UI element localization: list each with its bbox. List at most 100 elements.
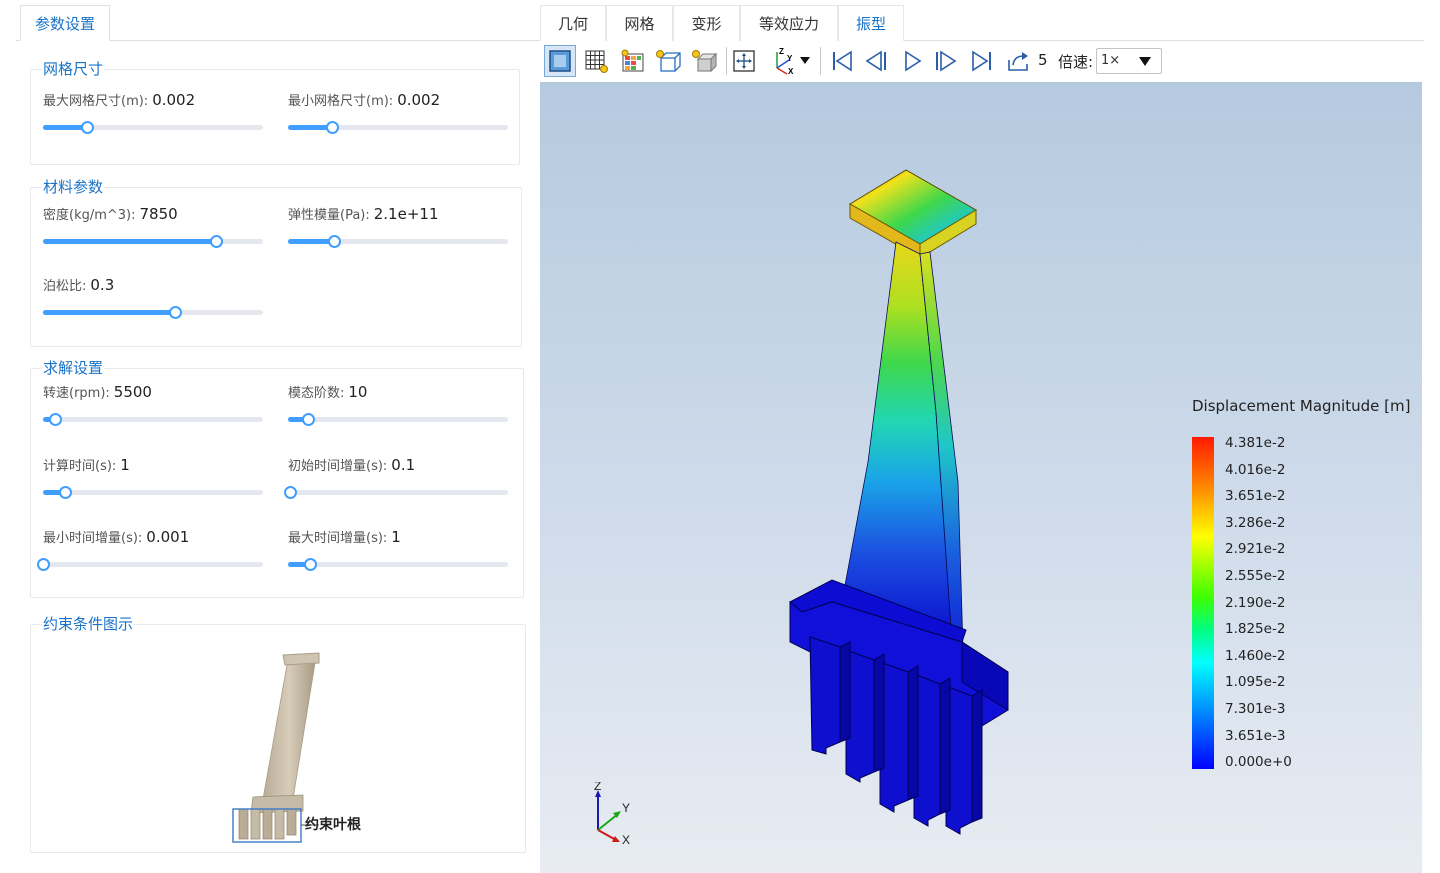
max-step-slider[interactable] <box>288 558 508 571</box>
max-mesh-slider[interactable] <box>43 121 263 134</box>
modulus-label: 弹性模量(Pa): <box>288 208 370 223</box>
mesh-grid-icon <box>585 50 608 73</box>
tab-geometry[interactable]: 几何 <box>540 5 606 41</box>
modes-value: 10 <box>348 383 368 401</box>
modulus-slider-thumb[interactable] <box>328 235 342 248</box>
blade-model[interactable] <box>740 82 1300 873</box>
constraint-annotation: 约束叶根 <box>305 817 361 833</box>
solver-group-title: 求解设置 <box>42 358 105 378</box>
chevron-down-icon <box>1139 57 1151 66</box>
solid-cube-icon <box>692 50 717 73</box>
tab-parameter-settings[interactable]: 参数设置 <box>20 5 111 41</box>
min-mesh-value: 0.002 <box>397 91 441 109</box>
poisson-field: 泊松比: 0.3 <box>43 275 114 297</box>
legend-label: 1.825e-2 <box>1225 621 1286 638</box>
view-tab-bar: 几何 网格 变形 等效应力 振型 <box>538 5 1424 41</box>
axis-triad: Z Y X <box>594 782 630 847</box>
density-slider-thumb[interactable] <box>209 235 223 248</box>
modes-slider[interactable] <box>288 413 508 426</box>
material-group: 材料参数 密度(kg/m^3): 7850 弹性模量(Pa): 2.1e+11 泊松… <box>30 177 522 347</box>
fit-view-button[interactable] <box>728 45 760 77</box>
solid-box-button[interactable] <box>688 45 720 77</box>
3d-viewport[interactable]: Displacement Magnitude [m] 4.381e-2 4.016… <box>540 82 1422 873</box>
min-step-slider-thumb[interactable] <box>37 558 50 571</box>
tab-equivalent-stress[interactable]: 等效应力 <box>740 5 838 41</box>
constraint-group: 约束条件图示 约束叶根 <box>30 614 526 853</box>
step-forward-icon <box>936 50 957 72</box>
tab-mesh[interactable]: 网格 <box>606 5 673 41</box>
viewer-toolbar: ZYX 5 倍速: 1× <box>538 41 1424 81</box>
calc-time-label: 计算时间(s): <box>43 459 117 474</box>
min-step-value: 0.001 <box>146 528 190 546</box>
max-mesh-slider-thumb[interactable] <box>81 121 94 134</box>
min-mesh-slider-thumb[interactable] <box>326 121 339 134</box>
next-frame-button[interactable] <box>930 45 962 77</box>
rpm-slider[interactable] <box>43 413 263 426</box>
speed-select[interactable]: 1× <box>1096 48 1162 74</box>
fit-view-icon <box>733 50 755 72</box>
previous-frame-button[interactable] <box>860 45 892 77</box>
poisson-label: 泊松比: <box>43 279 87 294</box>
legend-label: 0.000e+0 <box>1225 754 1292 771</box>
modes-label: 模态阶数: <box>288 386 345 401</box>
density-slider[interactable] <box>43 235 263 248</box>
rpm-value: 5500 <box>113 383 152 401</box>
density-label: 密度(kg/m^3): <box>43 208 136 223</box>
skip-to-end-icon <box>972 50 991 72</box>
max-mesh-label: 最大网格尺寸(m): <box>43 94 149 109</box>
parameter-panel: 参数设置 网格尺寸 最大网格尺寸(m): 0.002 最小网格尺寸(m): 0.00… <box>16 0 538 873</box>
legend-label: 3.651e-2 <box>1225 488 1286 505</box>
color-map-button[interactable] <box>616 45 648 77</box>
svg-text:Y: Y <box>787 54 793 63</box>
legend-label: 3.286e-2 <box>1225 514 1286 531</box>
max-step-label: 最大时间增量(s): <box>288 531 388 546</box>
modulus-value: 2.1e+11 <box>373 205 439 223</box>
max-step-value: 1 <box>391 528 401 546</box>
viewer-panel: 几何 网格 变形 等效应力 振型 ZYX 5 倍速: 1× Displaceme… <box>538 0 1424 873</box>
tab-mode-shape[interactable]: 振型 <box>838 5 904 41</box>
calc-time-value: 1 <box>120 456 130 474</box>
mesh-view-button[interactable] <box>580 45 612 77</box>
modulus-slider[interactable] <box>288 235 508 248</box>
speed-label: 倍速: <box>1058 53 1094 71</box>
calc-time-slider[interactable] <box>43 486 263 499</box>
legend-label: 3.651e-3 <box>1225 727 1286 744</box>
legend-label: 7.301e-3 <box>1225 701 1286 717</box>
modes-field: 模态阶数: 10 <box>288 382 367 404</box>
min-step-label: 最小时间增量(s): <box>43 531 143 546</box>
surface-view-button[interactable] <box>544 45 576 77</box>
axis-y-label: Y <box>622 801 630 815</box>
min-step-slider[interactable] <box>37 558 263 571</box>
constraint-group-title: 约束条件图示 <box>42 614 135 634</box>
init-step-slider-thumb[interactable] <box>284 486 298 499</box>
legend-label: 1.095e-2 <box>1225 674 1286 691</box>
modes-slider-thumb[interactable] <box>301 413 315 426</box>
axis-orientation-dropdown[interactable]: ZYX <box>766 45 814 77</box>
export-icon <box>1008 52 1028 71</box>
speed-select-value: 1× <box>1101 53 1121 68</box>
max-mesh-field: 最大网格尺寸(m): 0.002 <box>43 90 195 112</box>
init-step-value: 0.1 <box>391 456 416 474</box>
init-step-slider[interactable] <box>284 486 508 499</box>
frame-number: 5 <box>1038 51 1048 69</box>
first-frame-button[interactable] <box>826 45 858 77</box>
rpm-slider-thumb[interactable] <box>49 413 63 426</box>
poisson-slider[interactable] <box>43 306 263 319</box>
min-mesh-slider[interactable] <box>288 121 508 134</box>
play-button[interactable] <box>896 45 928 77</box>
last-frame-button[interactable] <box>966 45 998 77</box>
export-button[interactable] <box>1002 45 1034 77</box>
legend-color-bar <box>1192 437 1214 769</box>
legend-label: 4.381e-2 <box>1225 435 1286 451</box>
max-step-field: 最大时间增量(s): 1 <box>288 527 401 549</box>
svg-text:X: X <box>788 67 794 76</box>
surface-view-icon <box>549 50 571 72</box>
init-step-field: 初始时间增量(s): 0.1 <box>288 455 415 477</box>
poisson-slider-thumb[interactable] <box>169 306 182 319</box>
tab-deformation[interactable]: 变形 <box>673 5 740 41</box>
wireframe-cube-icon <box>656 50 681 72</box>
step-back-icon <box>865 50 886 72</box>
max-step-slider-thumb[interactable] <box>304 558 317 571</box>
wireframe-box-button[interactable] <box>652 45 684 77</box>
calc-time-slider-thumb[interactable] <box>59 486 72 499</box>
